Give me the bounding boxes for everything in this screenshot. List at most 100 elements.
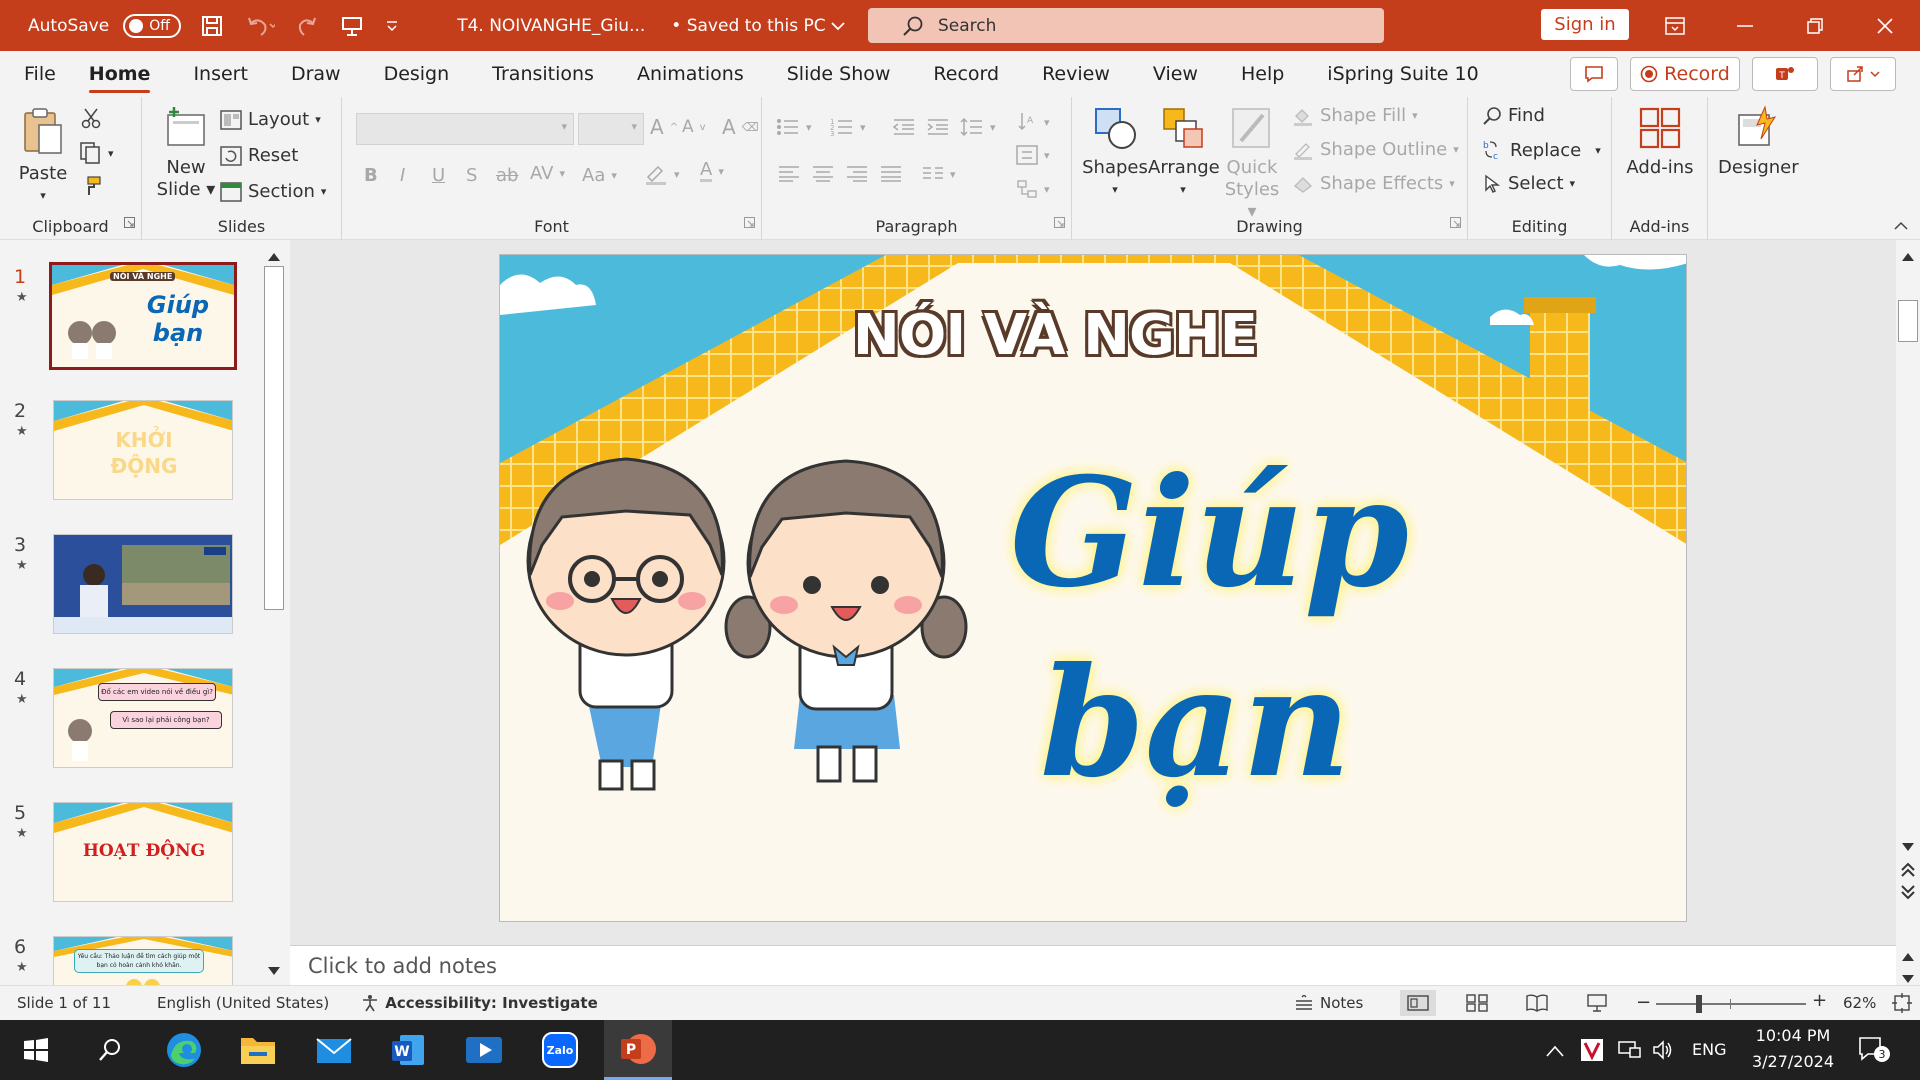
thumbnail-row[interactable]: 4 ★ Đố các em video nói về điều gì? Vì s…	[0, 668, 270, 778]
shapes-button[interactable]: Shapes ▾	[1082, 105, 1148, 201]
line-spacing-icon[interactable]: ▾	[960, 117, 996, 137]
thumbnail-scrollbar[interactable]	[262, 240, 286, 985]
tab-slide-show[interactable]: Slide Show	[787, 51, 891, 97]
clear-formatting-icon[interactable]: A ⌫	[722, 115, 759, 139]
add-ins-button[interactable]: Add-ins	[1624, 105, 1696, 179]
scroll-up-icon[interactable]	[1902, 246, 1914, 265]
paragraph-launcher-icon[interactable]	[1054, 213, 1065, 232]
tab-record[interactable]: Record	[933, 51, 999, 97]
tab-ispring[interactable]: iSpring Suite 10	[1327, 51, 1478, 97]
search-box[interactable]: Search	[868, 8, 1384, 43]
paste-button[interactable]: Paste ▾	[18, 105, 68, 207]
redo-icon[interactable]	[297, 15, 319, 37]
new-slide-button[interactable]: New Slide ▾	[154, 105, 218, 201]
clock-time[interactable]: 10:04 PM	[1750, 1026, 1836, 1045]
bullets-icon[interactable]: ▾	[776, 117, 812, 137]
zoom-level[interactable]: 62%	[1843, 994, 1876, 1012]
numbering-icon[interactable]: 1 2 3 ▾	[830, 117, 866, 137]
ribbon-display-options-icon[interactable]	[1640, 0, 1710, 51]
notes-toggle[interactable]: Notes	[1294, 994, 1363, 1012]
italic-icon[interactable]: I	[400, 165, 405, 186]
cut-icon[interactable]	[80, 107, 102, 129]
slide-thumbnail[interactable]	[53, 534, 233, 634]
autosave[interactable]: AutoSave Off	[28, 13, 182, 38]
tab-insert[interactable]: Insert	[193, 51, 248, 97]
network-icon[interactable]	[1618, 1040, 1642, 1064]
drawing-launcher-icon[interactable]	[1450, 213, 1461, 232]
columns-icon[interactable]: ▾	[922, 165, 956, 183]
teams-button[interactable]: T	[1752, 57, 1818, 91]
tab-transitions[interactable]: Transitions	[492, 51, 594, 97]
align-left-icon[interactable]	[778, 165, 800, 183]
slide-thumbnail[interactable]: NÓI VÀ NGHE Giúp bạn	[49, 262, 237, 370]
scroll-up-icon[interactable]	[1902, 946, 1914, 965]
quick-styles-button[interactable]: Quick Styles ▾	[1220, 105, 1284, 223]
designer-button[interactable]: Designer	[1718, 105, 1799, 179]
thumbnail-row[interactable]: 2 ★ KHỞI ĐỘNG	[0, 400, 270, 510]
comments-button[interactable]	[1570, 57, 1618, 91]
show-hidden-icons[interactable]	[1546, 1042, 1564, 1061]
arrange-button[interactable]: Arrange ▾	[1148, 105, 1220, 201]
mail-icon[interactable]	[304, 1020, 364, 1080]
tab-home[interactable]: Home	[88, 51, 150, 97]
shape-effects-button[interactable]: Shape Effects ▾	[1292, 173, 1455, 194]
sign-in-button[interactable]: Sign in	[1541, 9, 1629, 40]
scroll-up-icon[interactable]	[268, 246, 280, 265]
save-status[interactable]: • Saved to this PC	[671, 16, 845, 36]
tab-design[interactable]: Design	[384, 51, 450, 97]
shape-outline-button[interactable]: Shape Outline ▾	[1292, 139, 1459, 160]
copy-icon[interactable]: ▾	[78, 141, 114, 165]
scroll-down-icon[interactable]	[268, 960, 280, 979]
tab-file[interactable]: File	[24, 51, 56, 97]
document-title[interactable]: T4. NOIVANGHE_Giu...	[457, 16, 645, 36]
slide-canvas[interactable]: NÓI VÀ NGHE Giúp bạn	[499, 254, 1687, 922]
change-case-icon[interactable]: Aa ▾	[582, 165, 617, 186]
decrease-font-icon[interactable]: Av	[682, 117, 706, 137]
notes-pane[interactable]: Click to add notes	[290, 945, 1896, 985]
zoom-in-icon[interactable]: +	[1812, 990, 1827, 1011]
normal-view-icon[interactable]	[1400, 990, 1436, 1016]
strikethrough-icon[interactable]: ab	[496, 165, 518, 186]
edge-icon[interactable]	[154, 1020, 214, 1080]
select-button[interactable]: Select ▾	[1482, 173, 1575, 194]
slide-thumbnail[interactable]: HOẠT ĐỘNG	[53, 802, 233, 902]
autosave-toggle[interactable]: Off	[123, 13, 182, 38]
share-button[interactable]	[1830, 57, 1896, 91]
fit-to-window-icon[interactable]	[1892, 993, 1912, 1017]
slide-scrollbar[interactable]	[1896, 240, 1920, 985]
increase-indent-icon[interactable]	[926, 117, 950, 137]
layout-button[interactable]: Layout ▾	[220, 109, 321, 130]
reset-button[interactable]: Reset	[220, 145, 298, 166]
powerpoint-taskbar-icon[interactable]: P	[604, 1020, 672, 1080]
present-icon[interactable]	[341, 15, 363, 37]
restore-icon[interactable]	[1780, 0, 1850, 51]
undo-icon[interactable]	[245, 15, 276, 37]
align-text-icon[interactable]: ▾	[1016, 145, 1050, 165]
taskbar-search-icon[interactable]	[80, 1020, 140, 1080]
file-explorer-icon[interactable]	[228, 1020, 288, 1080]
antivirus-icon[interactable]	[1580, 1038, 1604, 1066]
tab-help[interactable]: Help	[1241, 51, 1284, 97]
highlight-icon[interactable]: ▾	[644, 163, 680, 185]
windows-start-icon[interactable]	[6, 1020, 66, 1080]
save-icon[interactable]	[201, 15, 223, 37]
character-spacing-icon[interactable]: AV ▾	[530, 163, 565, 184]
slide-title-line-1[interactable]: Giúp	[1010, 445, 1450, 621]
customize-qat-icon[interactable]	[385, 19, 399, 33]
slide-header-text[interactable]: NÓI VÀ NGHE	[500, 302, 1520, 370]
smartart-icon[interactable]: ▾	[1016, 179, 1050, 199]
decrease-indent-icon[interactable]	[892, 117, 916, 137]
thumbnail-row[interactable]: 5 ★ HOẠT ĐỘNG	[0, 802, 270, 912]
input-language[interactable]: ENG	[1692, 1040, 1726, 1059]
find-button[interactable]: Find	[1482, 105, 1545, 126]
slide-thumbnail[interactable]: Yêu cầu: Thảo luận đề tìm cách giúp một …	[53, 936, 233, 988]
record-button[interactable]: Record	[1630, 57, 1740, 91]
tab-animations[interactable]: Animations	[637, 51, 744, 97]
shape-fill-button[interactable]: Shape Fill ▾	[1292, 105, 1418, 126]
minimize-icon[interactable]	[1710, 0, 1780, 51]
justify-icon[interactable]	[880, 165, 902, 183]
volume-icon[interactable]	[1652, 1040, 1674, 1064]
shadow-icon[interactable]: S	[466, 165, 477, 186]
tab-draw[interactable]: Draw	[291, 51, 341, 97]
slide-sorter-icon[interactable]	[1466, 994, 1488, 1016]
